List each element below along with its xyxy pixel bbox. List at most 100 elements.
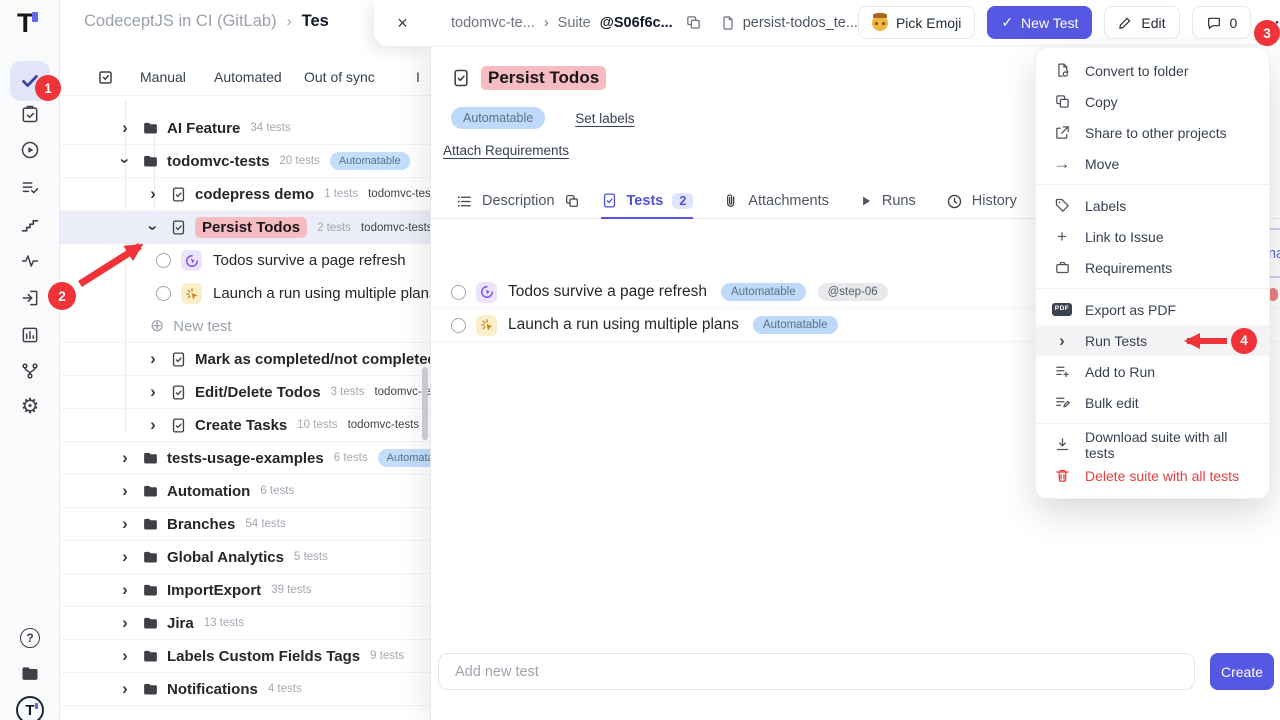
menu-item-share[interactable]: Share to other projects — [1036, 117, 1269, 148]
filter-out-of-sync[interactable]: Out of sync — [304, 69, 375, 85]
menu-item-export-pdf[interactable]: PDF Export as PDF — [1036, 294, 1269, 325]
tree-item-label: Todos survive a page refresh — [213, 252, 406, 269]
automated-test-icon — [181, 250, 202, 271]
chevron-right-icon[interactable]: › — [118, 118, 132, 138]
menu-item-move[interactable]: → Move — [1036, 148, 1269, 179]
sidebar-item-settings[interactable]: ⚙ — [20, 397, 40, 417]
tree-row-suite[interactable]: › Create Tasks 10 tests todomvc-tests — [60, 409, 430, 442]
tree-row-new-test[interactable]: ⊕ New test — [60, 310, 430, 343]
sidebar-item-results[interactable] — [20, 178, 40, 198]
menu-item-copy[interactable]: Copy — [1036, 86, 1269, 117]
tree-item-count: 10 tests — [297, 419, 337, 431]
breadcrumb-parent[interactable]: todomvc-te... — [451, 15, 535, 31]
menu-item-download-suite[interactable]: Download suite with all tests — [1036, 429, 1269, 460]
chevron-right-icon[interactable]: › — [146, 382, 160, 402]
sidebar-item-import[interactable] — [20, 288, 40, 308]
menu-item-convert-to-folder[interactable]: Convert to folder — [1036, 55, 1269, 86]
menu-item-delete-suite[interactable]: Delete suite with all tests — [1036, 460, 1269, 491]
breadcrumb-project[interactable]: CodeceptJS in CI (GitLab) — [84, 12, 277, 30]
menu-item-labels[interactable]: Labels — [1036, 190, 1269, 221]
chevron-right-icon[interactable]: › — [118, 580, 132, 600]
tree-row-folder[interactable]: › Global Analytics 5 tests — [60, 541, 430, 574]
tab-description[interactable]: Description — [456, 184, 555, 218]
tree-row-folder[interactable]: › tests-usage-examples 6 tests Automatab… — [60, 442, 430, 475]
tree-row-folder[interactable]: › todomvc-tests 20 tests Automatable — [60, 145, 430, 178]
attach-requirements-link[interactable]: Attach Requirements — [443, 143, 569, 158]
chevron-right-icon[interactable]: › — [118, 646, 132, 666]
tree-row-folder[interactable]: › Automation 6 tests — [60, 475, 430, 508]
tab-attachments[interactable]: Attachments — [723, 184, 829, 218]
chevron-right-icon[interactable]: › — [118, 613, 132, 633]
sidebar-item-test-plans[interactable] — [20, 104, 40, 124]
suite-icon — [170, 186, 187, 203]
tree-row-folder[interactable]: › Notifications 4 tests — [60, 673, 430, 706]
chevron-right-icon[interactable]: › — [118, 679, 132, 699]
history-clock-icon — [946, 193, 963, 210]
attach-requirements-row: Attach Requirements — [443, 143, 569, 158]
select-all-icon[interactable] — [96, 68, 115, 87]
filter-automated[interactable]: Automated — [214, 69, 282, 85]
sidebar-item-runs[interactable] — [20, 140, 40, 160]
app-root: T ⚙ ? — [0, 0, 1280, 720]
sidebar-item-reports[interactable] — [20, 325, 40, 345]
new-test-button[interactable]: ✓ New Test — [987, 6, 1092, 39]
chevron-right-icon[interactable]: › — [146, 184, 160, 204]
pick-emoji-button[interactable]: Pick Emoji — [858, 6, 975, 39]
comments-button[interactable]: 0 — [1192, 6, 1252, 39]
add-new-test-input[interactable] — [438, 653, 1195, 690]
chevron-right-icon[interactable]: › — [146, 349, 160, 369]
edge-divider — [1270, 276, 1280, 278]
sidebar-item-projects[interactable] — [20, 664, 40, 684]
tree-row-folder[interactable]: › Labels Custom Fields Tags 9 tests — [60, 640, 430, 673]
suite-file-name: persist-todos_te... — [743, 15, 858, 31]
tree-scrollbar[interactable] — [422, 367, 428, 440]
create-button[interactable]: Create — [1210, 653, 1274, 690]
tree-row-suite[interactable]: › codepress demo 1 tests todomvc-tests — [60, 178, 430, 211]
file-icon — [720, 15, 736, 31]
menu-item-requirements[interactable]: Requirements — [1036, 252, 1269, 283]
edit-button[interactable]: Edit — [1104, 6, 1179, 39]
paperclip-icon — [723, 193, 739, 209]
app-logo[interactable]: T — [17, 8, 34, 39]
automated-test-icon — [476, 282, 497, 303]
filter-manual[interactable]: Manual — [140, 69, 186, 85]
chevron-right-icon[interactable]: › — [118, 481, 132, 501]
close-panel-button[interactable]: × — [374, 0, 431, 46]
tree-item-label: Branches — [167, 516, 235, 533]
set-labels-link[interactable]: Set labels — [575, 111, 634, 126]
filter-partial[interactable]: I — [416, 69, 420, 85]
chevron-right-icon[interactable]: › — [118, 547, 132, 567]
suite-icon — [170, 384, 187, 401]
menu-item-add-to-run[interactable]: Add to Run — [1036, 356, 1269, 387]
tree-row-folder[interactable]: › Jira 13 tests — [60, 607, 430, 640]
tree-row-folder[interactable]: › AI Feature 34 tests — [60, 112, 430, 145]
tree-row-folder[interactable]: › Branches 54 tests — [60, 508, 430, 541]
sidebar-item-analytics[interactable] — [20, 251, 40, 271]
tab-tests[interactable]: Tests 2 — [601, 184, 694, 219]
tree-row-suite[interactable]: › Edit/Delete Todos 3 tests todomvc-test… — [60, 376, 430, 409]
suite-file-reference[interactable]: persist-todos_te... — [720, 15, 858, 31]
menu-item-link-to-issue[interactable]: + Link to Issue — [1036, 221, 1269, 252]
copy-suite-id-icon[interactable] — [685, 14, 702, 31]
account-avatar[interactable]: T — [16, 696, 44, 720]
copy-description-icon[interactable] — [564, 184, 580, 218]
chevron-right-icon[interactable]: › — [118, 514, 132, 534]
test-status-circle[interactable] — [451, 318, 466, 333]
sidebar-item-help[interactable]: ? — [20, 628, 40, 648]
test-status-circle[interactable] — [451, 285, 466, 300]
tree-item-count: 6 tests — [334, 452, 368, 464]
sidebar-item-branches[interactable] — [20, 361, 40, 381]
sidebar-item-steps[interactable] — [20, 215, 40, 235]
menu-item-bulk-edit[interactable]: Bulk edit — [1036, 387, 1269, 418]
tab-runs[interactable]: Runs — [859, 184, 916, 218]
tree-item-count: 39 tests — [271, 584, 311, 596]
tab-history[interactable]: History — [946, 184, 1017, 218]
tree-row-folder[interactable]: › ImportExport 39 tests — [60, 574, 430, 607]
tree-item-label: codepress demo — [195, 186, 314, 203]
tree-row-suite[interactable]: › Mark as completed/not completed — [60, 343, 430, 376]
menu-item-run-tests[interactable]: › Run Tests 4 — [1036, 325, 1269, 356]
chevron-right-icon[interactable]: › — [118, 448, 132, 468]
chevron-down-icon[interactable]: › — [115, 154, 135, 168]
tree-item-label: Launch a run using multiple plans — [213, 285, 430, 302]
chevron-right-icon[interactable]: › — [146, 415, 160, 435]
